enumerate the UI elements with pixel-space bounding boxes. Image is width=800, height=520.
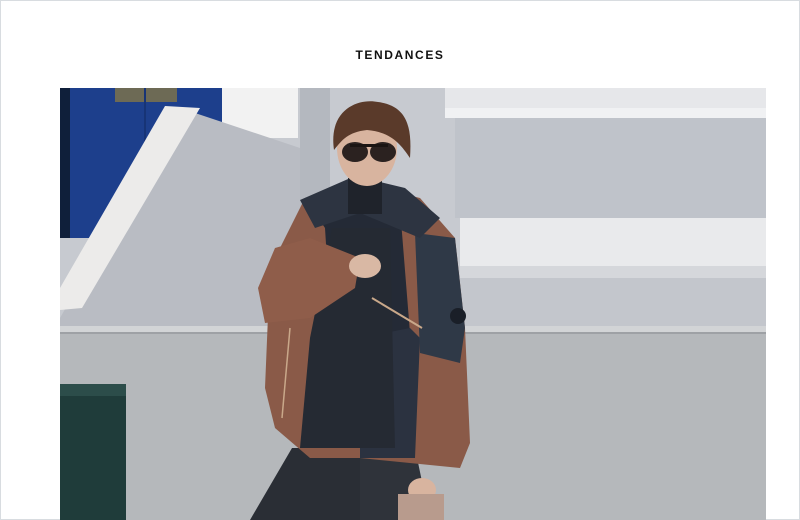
section-title: TENDANCES: [355, 48, 445, 62]
stucco-cornice: [445, 88, 766, 108]
hand: [349, 254, 381, 278]
stucco-band: [460, 218, 766, 266]
bag: [398, 494, 444, 520]
sleeve-badge: [450, 308, 466, 324]
bollard: [60, 384, 126, 520]
fashion-photo[interactable]: [60, 88, 766, 520]
photo-illustration: [60, 88, 766, 520]
